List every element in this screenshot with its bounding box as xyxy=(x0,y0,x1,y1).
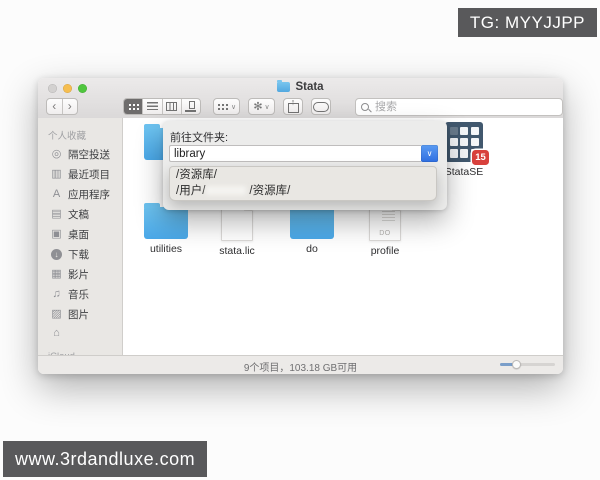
path-prefix: /用户/ xyxy=(176,185,205,197)
sidebar-item-airdrop[interactable]: ◎ 隔空投送 xyxy=(38,144,122,164)
search-input[interactable] xyxy=(373,100,537,114)
slider-knob[interactable] xyxy=(512,360,521,369)
view-switcher xyxy=(123,98,201,115)
chevron-down-icon: ∨ xyxy=(427,149,433,158)
statase-app-icon: 15 xyxy=(445,122,483,162)
recents-icon: ▥ xyxy=(50,168,63,180)
airdrop-icon: ◎ xyxy=(50,148,63,160)
music-icon: ♫ xyxy=(50,288,63,300)
gear-icon: ✻ xyxy=(253,100,262,113)
tag-button[interactable] xyxy=(311,98,331,115)
chevron-down-icon: ∨ xyxy=(265,103,270,111)
suggestion-item[interactable]: /用户/ /资源库/ xyxy=(170,183,436,199)
item-count-text: 9个项目，103.18 GB可用 xyxy=(38,359,563,374)
sidebar-header-favorites: 个人收藏 xyxy=(48,128,122,142)
sidebar-item-label: 桌面 xyxy=(68,227,89,242)
watermark-bottom: www.3rdandluxe.com xyxy=(3,441,207,477)
share-button[interactable] xyxy=(283,98,303,115)
sidebar-item-label: 文稿 xyxy=(68,207,89,222)
icon-size-slider[interactable] xyxy=(500,363,555,366)
window-title: Stata xyxy=(295,81,323,93)
path-input-row: ∨ xyxy=(169,145,438,162)
search-icon xyxy=(361,103,369,111)
sidebar-item-label: 下载 xyxy=(68,247,89,262)
sidebar-item-label: 最近项目 xyxy=(68,167,110,182)
pictures-icon: ▨ xyxy=(50,308,63,320)
coverflow-view-icon xyxy=(185,101,196,112)
documents-icon: ▤ xyxy=(50,208,63,220)
group-by-button[interactable]: ∨ xyxy=(213,98,240,115)
desktop-icon: ▣ xyxy=(50,228,63,240)
sidebar-item-label: 应用程序 xyxy=(68,187,110,202)
share-icon xyxy=(288,103,299,113)
movies-icon: ▦ xyxy=(50,268,63,280)
file-label: utilities xyxy=(150,244,182,255)
sidebar-item-pictures[interactable]: ▨ 图片 xyxy=(38,304,122,324)
autocomplete-list: /资源库/ /用户/ /资源库/ xyxy=(169,166,437,201)
back-button[interactable]: ‹ xyxy=(47,99,62,114)
sidebar-item-music[interactable]: ♫ 音乐 xyxy=(38,284,122,304)
sidebar-item-home[interactable]: ⌂ xyxy=(38,324,122,341)
folder-icon xyxy=(144,207,188,239)
window-title-area: Stata xyxy=(38,81,563,93)
search-field[interactable] xyxy=(355,98,563,116)
list-view-icon xyxy=(147,102,158,111)
toolbar: ‹ › ∨ ✻ ∨ xyxy=(38,96,563,118)
path-input[interactable] xyxy=(169,145,421,162)
folder-icon xyxy=(290,207,334,239)
dialog-title: 前往文件夹: xyxy=(170,129,228,145)
window-header: Stata ‹ › ∨ ✻ ∨ xyxy=(38,78,563,119)
sidebar-item-desktop[interactable]: ▣ 桌面 xyxy=(38,224,122,244)
file-item-profile[interactable]: DO profile xyxy=(353,202,417,257)
forward-button[interactable]: › xyxy=(63,99,78,114)
chevron-down-icon: ∨ xyxy=(231,103,236,111)
file-label: profile xyxy=(371,246,400,257)
sidebar-item-documents[interactable]: ▤ 文稿 xyxy=(38,204,122,224)
sidebar-item-label: 音乐 xyxy=(68,287,89,302)
sidebar-item-downloads[interactable]: ↓ 下载 xyxy=(38,244,122,264)
finder-window: Stata ‹ › ∨ ✻ ∨ xyxy=(38,78,563,374)
sidebar-item-applications[interactable]: A 应用程序 xyxy=(38,184,122,204)
column-view-button[interactable] xyxy=(163,99,182,114)
suggestion-item[interactable]: /资源库/ xyxy=(170,167,436,183)
coverflow-view-button[interactable] xyxy=(182,99,200,114)
icon-view-icon xyxy=(128,103,139,111)
home-icon: ⌂ xyxy=(50,327,63,339)
path-suffix: /资源库/ xyxy=(249,185,290,197)
status-bar: 9个项目，103.18 GB可用 xyxy=(38,355,563,374)
combo-dropdown-button[interactable]: ∨ xyxy=(421,145,438,162)
file-label: stata.lic xyxy=(219,246,255,257)
file-label: do xyxy=(306,244,318,255)
list-view-button[interactable] xyxy=(143,99,162,114)
icon-view-button[interactable] xyxy=(124,99,143,114)
file-item-stata-lic[interactable]: stata.lic xyxy=(205,202,269,257)
downloads-icon: ↓ xyxy=(50,248,63,260)
doc-type-label: DO xyxy=(370,230,400,237)
sidebar-item-recents[interactable]: ▥ 最近项目 xyxy=(38,164,122,184)
column-view-icon xyxy=(166,102,177,111)
file-label: StataSE xyxy=(445,167,484,178)
notification-badge: 15 xyxy=(472,150,489,165)
applications-icon: A xyxy=(50,188,63,200)
folder-proxy-icon xyxy=(277,82,290,92)
group-icon xyxy=(217,103,228,111)
action-menu-button[interactable]: ✻ ∨ xyxy=(248,98,275,115)
masked-username xyxy=(206,186,246,195)
sidebar: 个人收藏 ◎ 隔空投送 ▥ 最近项目 A 应用程序 ▤ 文稿 ▣ 桌面 ↓ 下载… xyxy=(38,118,123,356)
nav-buttons: ‹ › xyxy=(46,98,78,115)
sidebar-item-label: 图片 xyxy=(68,307,89,322)
sidebar-item-label: 影片 xyxy=(68,267,89,282)
watermark-top: TG: MYYJJPP xyxy=(458,8,597,37)
sidebar-item-label: 隔空投送 xyxy=(68,147,110,162)
document-text-lines xyxy=(382,208,395,223)
tag-icon xyxy=(313,102,329,112)
go-to-folder-dialog: 前往文件夹: ∨ /资源库/ /用户/ /资源库/ xyxy=(163,121,447,210)
sidebar-item-movies[interactable]: ▦ 影片 xyxy=(38,264,122,284)
